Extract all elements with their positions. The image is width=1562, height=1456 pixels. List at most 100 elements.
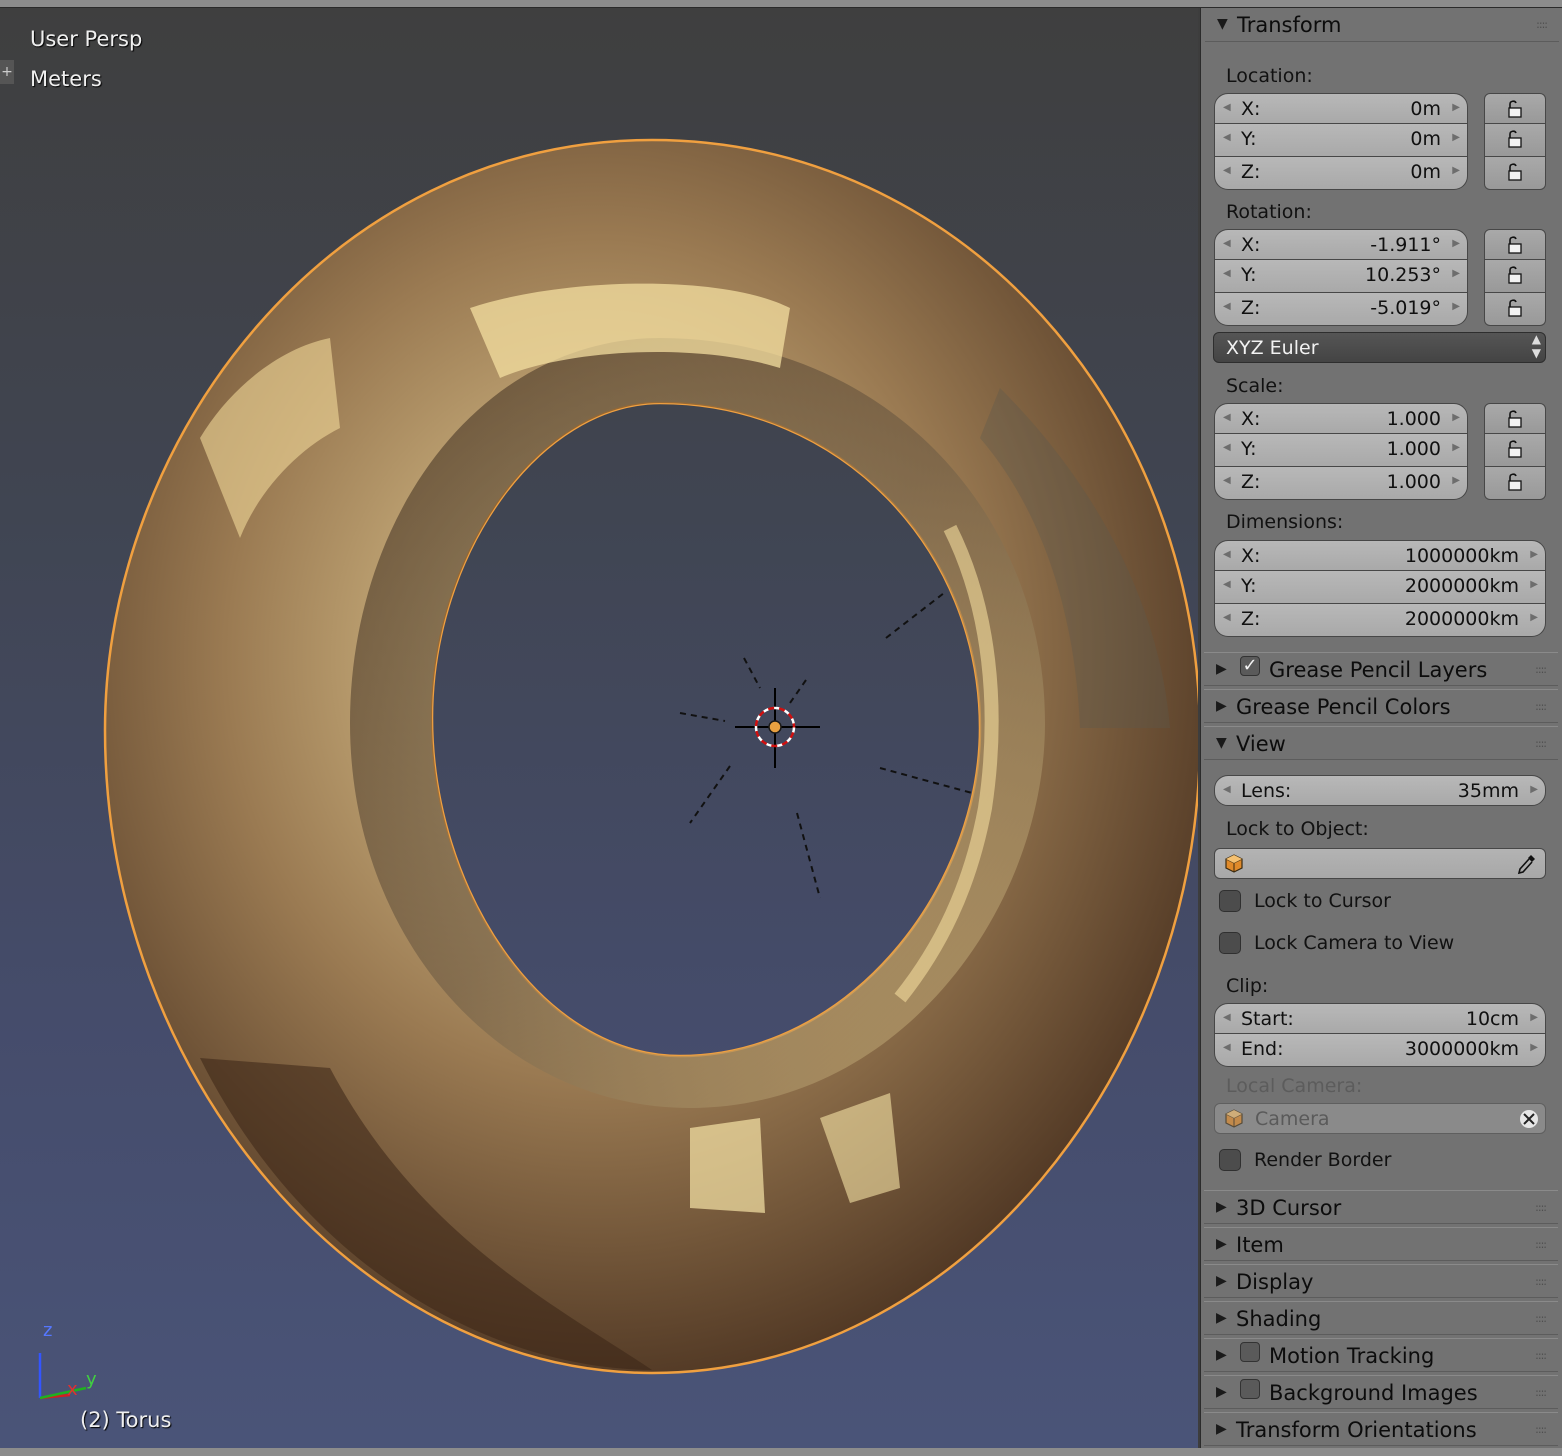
decrement-arrow-icon[interactable]: ◀ xyxy=(1223,1042,1231,1053)
panel-collapsed-icon: ▶ xyxy=(1216,661,1227,677)
rotation-y-field[interactable]: ◀ Y: 10.253° ▶ xyxy=(1214,260,1468,293)
clip-end-field[interactable]: ◀ End: 3000000km ▶ xyxy=(1214,1034,1546,1067)
panel-item-header[interactable]: ▶ Item :::: xyxy=(1204,1227,1558,1261)
decrement-arrow-icon[interactable]: ◀ xyxy=(1223,102,1231,113)
lock-rotation-z-button[interactable] xyxy=(1484,293,1546,326)
increment-arrow-icon[interactable]: ▶ xyxy=(1452,412,1460,423)
3d-viewport[interactable]: + User Persp Meters z x y (2) Torus xyxy=(0,8,1198,1448)
render-border-checkbox[interactable] xyxy=(1219,1149,1241,1171)
grease-pencil-checkbox[interactable]: ✓ xyxy=(1240,656,1260,676)
scale-x-field[interactable]: ◀ X: 1.000 ▶ xyxy=(1214,403,1468,434)
panel-view-header[interactable]: ▼ View :::: xyxy=(1204,726,1558,760)
panel-display-header[interactable]: ▶ Display :::: xyxy=(1204,1264,1558,1298)
increment-arrow-icon[interactable]: ▶ xyxy=(1530,549,1538,560)
panel-3d-cursor-header[interactable]: ▶ 3D Cursor :::: xyxy=(1204,1190,1558,1224)
increment-arrow-icon[interactable]: ▶ xyxy=(1452,442,1460,453)
lock-to-object-field[interactable] xyxy=(1214,848,1546,879)
drag-grip-icon[interactable]: :::: xyxy=(1535,1349,1547,1362)
decrement-arrow-icon[interactable]: ◀ xyxy=(1223,301,1231,312)
panel-background-images-header[interactable]: ▶ Background Images :::: xyxy=(1204,1375,1558,1409)
background-images-checkbox[interactable] xyxy=(1240,1379,1260,1399)
increment-arrow-icon[interactable]: ▶ xyxy=(1452,132,1460,143)
increment-arrow-icon[interactable]: ▶ xyxy=(1530,1042,1538,1053)
increment-arrow-icon[interactable]: ▶ xyxy=(1530,579,1538,590)
lock-location-y-button[interactable] xyxy=(1484,124,1546,157)
decrement-arrow-icon[interactable]: ◀ xyxy=(1223,165,1231,176)
drag-grip-icon[interactable]: :::: xyxy=(1535,1275,1547,1288)
toolshelf-plus-icon[interactable]: + xyxy=(0,60,14,84)
increment-arrow-icon[interactable]: ▶ xyxy=(1452,102,1460,113)
scale-z-field[interactable]: ◀ Z: 1.000 ▶ xyxy=(1214,467,1468,500)
motion-tracking-checkbox[interactable] xyxy=(1240,1342,1260,1362)
decrement-arrow-icon[interactable]: ◀ xyxy=(1223,475,1231,486)
drag-grip-icon[interactable]: :::: xyxy=(1535,700,1547,713)
drag-grip-icon[interactable]: :::: xyxy=(1535,1423,1547,1436)
rotation-x-field[interactable]: ◀ X: -1.911° ▶ xyxy=(1214,229,1468,260)
clip-start-field[interactable]: ◀ Start: 10cm ▶ xyxy=(1214,1003,1546,1034)
eyedropper-icon[interactable] xyxy=(1517,853,1537,875)
panel-transform-orientations-header[interactable]: ▶ Transform Orientations :::: xyxy=(1204,1412,1558,1446)
field-label: X: xyxy=(1241,234,1261,256)
drag-grip-icon[interactable]: :::: xyxy=(1535,1201,1547,1214)
decrement-arrow-icon[interactable]: ◀ xyxy=(1223,442,1231,453)
increment-arrow-icon[interactable]: ▶ xyxy=(1452,268,1460,279)
decrement-arrow-icon[interactable]: ◀ xyxy=(1223,612,1231,623)
drag-grip-icon[interactable]: :::: xyxy=(1536,18,1548,31)
field-value: 2000000km xyxy=(1404,575,1519,597)
drag-grip-icon[interactable]: :::: xyxy=(1535,1238,1547,1251)
dimensions-y-field[interactable]: ◀ Y: 2000000km ▶ xyxy=(1214,571,1546,604)
lens-field[interactable]: ◀ Lens: 35mm ▶ xyxy=(1214,775,1546,806)
field-value: 3000000km xyxy=(1404,1038,1519,1060)
decrement-arrow-icon[interactable]: ◀ xyxy=(1223,1012,1231,1023)
dimensions-x-field[interactable]: ◀ X: 1000000km ▶ xyxy=(1214,540,1546,571)
3d-cursor xyxy=(735,688,820,768)
decrement-arrow-icon[interactable]: ◀ xyxy=(1223,412,1231,423)
decrement-arrow-icon[interactable]: ◀ xyxy=(1223,132,1231,143)
lock-to-cursor-checkbox[interactable] xyxy=(1219,890,1241,912)
axis-y-label: y xyxy=(86,1369,97,1390)
panel-shading-header[interactable]: ▶ Shading :::: xyxy=(1204,1301,1558,1335)
local-camera-field[interactable]: Camera xyxy=(1214,1103,1546,1134)
lock-scale-y-button[interactable] xyxy=(1484,434,1546,467)
increment-arrow-icon[interactable]: ▶ xyxy=(1530,1012,1538,1023)
lock-location-x-button[interactable] xyxy=(1484,93,1546,124)
increment-arrow-icon[interactable]: ▶ xyxy=(1452,301,1460,312)
drag-grip-icon[interactable]: :::: xyxy=(1535,1386,1547,1399)
panel-transform-header[interactable]: ▼ Transform :::: xyxy=(1205,8,1559,42)
decrement-arrow-icon[interactable]: ◀ xyxy=(1223,238,1231,249)
clear-x-icon[interactable] xyxy=(1519,1109,1539,1129)
drag-grip-icon[interactable]: :::: xyxy=(1535,1312,1547,1325)
field-label: Z: xyxy=(1241,608,1261,630)
dimensions-z-field[interactable]: ◀ Z: 2000000km ▶ xyxy=(1214,604,1546,637)
increment-arrow-icon[interactable]: ▶ xyxy=(1452,475,1460,486)
increment-arrow-icon[interactable]: ▶ xyxy=(1530,784,1538,795)
lock-scale-z-button[interactable] xyxy=(1484,467,1546,500)
decrement-arrow-icon[interactable]: ◀ xyxy=(1223,549,1231,560)
location-z-field[interactable]: ◀ Z: 0m ▶ xyxy=(1214,157,1468,190)
panel-expanded-icon: ▼ xyxy=(1216,735,1227,751)
field-label: Y: xyxy=(1241,128,1257,150)
lock-camera-to-view-checkbox[interactable] xyxy=(1219,932,1241,954)
lock-scale-x-button[interactable] xyxy=(1484,403,1546,434)
drag-grip-icon[interactable]: :::: xyxy=(1535,663,1547,676)
lock-location-z-button[interactable] xyxy=(1484,157,1546,190)
increment-arrow-icon[interactable]: ▶ xyxy=(1452,238,1460,249)
lock-rotation-y-button[interactable] xyxy=(1484,260,1546,293)
decrement-arrow-icon[interactable]: ◀ xyxy=(1223,268,1231,279)
lock-to-object-label: Lock to Object: xyxy=(1226,818,1369,840)
panel-grease-pencil-colors-header[interactable]: ▶ Grease Pencil Colors :::: xyxy=(1204,689,1558,723)
panel-grease-pencil-layers-header[interactable]: ▶ ✓ Grease Pencil Layers :::: xyxy=(1204,652,1558,686)
decrement-arrow-icon[interactable]: ◀ xyxy=(1223,579,1231,590)
drag-grip-icon[interactable]: :::: xyxy=(1535,737,1547,750)
lock-rotation-x-button[interactable] xyxy=(1484,229,1546,260)
rotation-mode-dropdown[interactable]: XYZ Euler ▲ ▼ xyxy=(1213,332,1546,363)
panel-motion-tracking-header[interactable]: ▶ Motion Tracking :::: xyxy=(1204,1338,1558,1372)
increment-arrow-icon[interactable]: ▶ xyxy=(1530,612,1538,623)
increment-arrow-icon[interactable]: ▶ xyxy=(1452,165,1460,176)
rotation-z-field[interactable]: ◀ Z: -5.019° ▶ xyxy=(1214,293,1468,326)
scale-y-field[interactable]: ◀ Y: 1.000 ▶ xyxy=(1214,434,1468,467)
decrement-arrow-icon[interactable]: ◀ xyxy=(1223,784,1231,795)
location-y-field[interactable]: ◀ Y: 0m ▶ xyxy=(1214,124,1468,157)
location-x-field[interactable]: ◀ X: 0m ▶ xyxy=(1214,93,1468,124)
rotation-label: Rotation: xyxy=(1226,201,1312,223)
